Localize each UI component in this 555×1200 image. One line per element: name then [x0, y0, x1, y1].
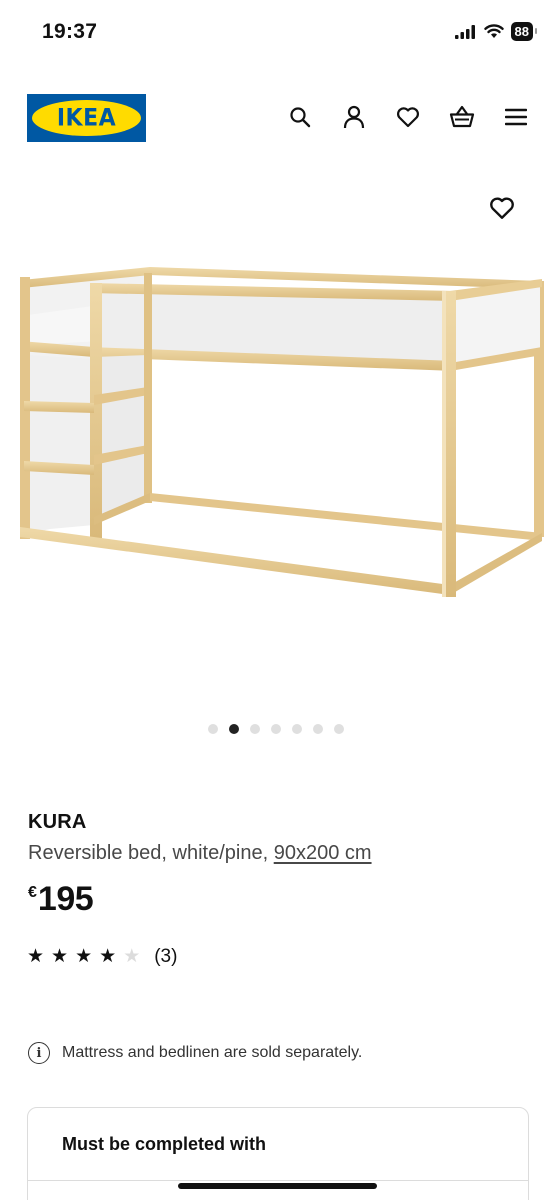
price-amount: 195 [37, 880, 94, 918]
info-icon: i [28, 1042, 50, 1064]
carousel-dot[interactable] [334, 724, 344, 734]
basket-icon[interactable] [449, 104, 475, 130]
battery-indicator: 88 [510, 22, 538, 41]
ikea-logo[interactable]: IKEA [27, 94, 146, 142]
carousel-dot[interactable] [208, 724, 218, 734]
status-indicators: 88 [454, 22, 538, 41]
menu-icon[interactable] [503, 104, 529, 130]
carousel-dot[interactable] [229, 724, 239, 734]
product-name: KURA [28, 811, 87, 833]
star-filled-icon: ★ [75, 946, 93, 967]
review-count: (3) [154, 946, 178, 967]
card-divider [28, 1180, 528, 1181]
dots-container [208, 724, 344, 734]
star-filled-icon: ★ [51, 946, 69, 967]
carousel-dot[interactable] [292, 724, 302, 734]
product-size-link[interactable]: 90x200 cm [274, 842, 372, 864]
home-indicator [178, 1183, 377, 1189]
rating-stars: ★ ★ ★ ★ ★ [27, 947, 140, 967]
completion-card-title: Must be completed with [62, 1134, 267, 1154]
heart-icon[interactable] [395, 104, 421, 130]
separate-sale-note: i Mattress and bedlinen are sold separat… [28, 1042, 362, 1064]
carousel-dot[interactable] [271, 724, 281, 734]
price-currency: € [28, 884, 37, 901]
product-description-text: Reversible bed, white/pine, [28, 842, 274, 864]
carousel-dot[interactable] [250, 724, 260, 734]
header-actions [287, 104, 529, 130]
product-image-kura-bed[interactable] [10, 255, 550, 615]
status-bar: 19:37 88 [0, 0, 555, 66]
star-filled-icon: ★ [27, 946, 45, 967]
wifi-icon [483, 24, 504, 38]
logo-text: IKEA [56, 104, 117, 132]
info-note-text: Mattress and bedlinen are sold separatel… [62, 1044, 363, 1061]
account-icon[interactable] [341, 104, 367, 130]
favourite-heart-icon[interactable] [486, 192, 518, 224]
product-rating[interactable]: ★ ★ ★ ★ ★ (3) [27, 946, 177, 968]
logo-oval: IKEA [32, 100, 141, 136]
product-description: Reversible bed, white/pine, 90x200 cm [28, 842, 372, 865]
star-empty-icon: ★ [123, 946, 141, 967]
star-filled-icon: ★ [99, 946, 117, 967]
signal-icon [454, 24, 475, 39]
status-time: 19:37 [42, 20, 98, 43]
site-header: IKEA [0, 88, 555, 148]
search-icon[interactable] [287, 104, 313, 130]
product-price: € 195 [28, 880, 94, 919]
carousel-dot[interactable] [313, 724, 323, 734]
